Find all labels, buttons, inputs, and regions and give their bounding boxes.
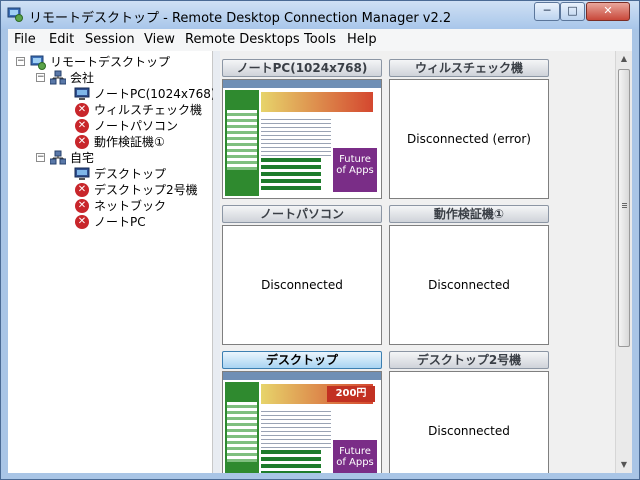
- site-table: [261, 450, 321, 473]
- maximize-button[interactable]: □: [560, 2, 585, 21]
- tree-root-label: リモートデスクトップ: [50, 55, 171, 69]
- tile-preview[interactable]: Disconnected (error): [389, 79, 549, 199]
- tile-preview[interactable]: Future of Apps: [222, 79, 382, 199]
- tree-group-kaisha[interactable]: − 会社: [12, 70, 208, 86]
- connected-monitor-icon: [74, 87, 90, 100]
- tree-server-item[interactable]: ✕ ネットブック: [12, 198, 208, 214]
- connection-status: Disconnected: [261, 278, 343, 292]
- site-text: [261, 408, 331, 448]
- tree-server-item[interactable]: ✕ デスクトップ2号機: [12, 182, 208, 198]
- grip-icon: [622, 203, 627, 204]
- session-tile-active[interactable]: デスクトップ 200円 Future of Apps: [222, 351, 382, 473]
- site-banner: [261, 92, 373, 112]
- collapse-icon[interactable]: −: [36, 73, 45, 82]
- menu-view[interactable]: View: [144, 32, 175, 47]
- ad-panel: Future of Apps: [333, 148, 377, 192]
- window-title: リモートデスクトップ - Remote Desktop Connection M…: [29, 11, 452, 26]
- tile-title[interactable]: 動作検証機①: [389, 205, 549, 223]
- error-icon: ✕: [75, 103, 89, 117]
- main-content: − リモートデスクトップ − 会社 ノートPC(1024x768) ✕ ウィルス…: [8, 51, 632, 473]
- remote-desktop-icon: [30, 55, 46, 70]
- group-label: 会社: [70, 71, 95, 85]
- menu-tools[interactable]: Tools: [304, 32, 336, 47]
- menu-help[interactable]: Help: [347, 32, 377, 47]
- panel-splitter[interactable]: [213, 51, 220, 473]
- server-label: 動作検証機①: [94, 135, 165, 149]
- connected-monitor-icon: [74, 167, 90, 180]
- tile-preview[interactable]: Disconnected: [389, 225, 549, 345]
- price-badge: 200円: [327, 386, 375, 402]
- app-window: リモートデスクトップ - Remote Desktop Connection M…: [0, 0, 640, 480]
- server-label: デスクトップ2号機: [94, 183, 198, 197]
- browser-toolbar: [223, 372, 381, 380]
- site-table: [261, 158, 321, 192]
- server-label: デスクトップ: [94, 167, 167, 181]
- session-tile[interactable]: ノートPC(1024x768) Future of Apps: [222, 59, 382, 199]
- tree-root[interactable]: − リモートデスクトップ: [12, 54, 208, 70]
- title-bar[interactable]: リモートデスクトップ - Remote Desktop Connection M…: [1, 1, 639, 29]
- site-sidebar-links: [227, 402, 257, 462]
- error-icon: ✕: [75, 183, 89, 197]
- error-icon: ✕: [75, 135, 89, 149]
- scroll-up-icon[interactable]: ▲: [616, 51, 632, 67]
- menu-bar: File Edit Session View Remote Desktops T…: [8, 29, 632, 51]
- session-tile[interactable]: 動作検証機① Disconnected: [389, 205, 549, 345]
- group-label: 自宅: [70, 151, 95, 165]
- tree-server-item[interactable]: ✕ ウィルスチェック機: [12, 102, 208, 118]
- tile-title[interactable]: デスクトップ: [222, 351, 382, 369]
- tree-group-jitaku[interactable]: − 自宅: [12, 150, 208, 166]
- vertical-scrollbar[interactable]: ▲ ▼: [615, 51, 632, 473]
- error-icon: ✕: [75, 199, 89, 213]
- session-tile[interactable]: ノートパソコン Disconnected: [222, 205, 382, 345]
- error-icon: ✕: [75, 119, 89, 133]
- group-icon: [50, 70, 66, 85]
- tree-server-item[interactable]: ノートPC(1024x768): [12, 86, 216, 102]
- tree-server-item[interactable]: ✕ ノートPC: [12, 214, 208, 230]
- close-button[interactable]: ✕: [586, 2, 630, 21]
- connection-status: Disconnected: [428, 278, 510, 292]
- browser-toolbar: [223, 80, 381, 88]
- tree-server-item[interactable]: デスクトップ: [12, 166, 208, 182]
- menu-edit[interactable]: Edit: [49, 32, 74, 47]
- remote-screen-thumbnail: Future of Apps: [223, 80, 381, 198]
- server-tree[interactable]: − リモートデスクトップ − 会社 ノートPC(1024x768) ✕ ウィルス…: [8, 51, 216, 473]
- server-label: ネットブック: [94, 199, 167, 213]
- tile-preview[interactable]: Disconnected: [389, 371, 549, 473]
- tree-server-item[interactable]: ✕ ノートパソコン: [12, 118, 208, 134]
- tile-preview[interactable]: Disconnected: [222, 225, 382, 345]
- tile-title[interactable]: デスクトップ2号機: [389, 351, 549, 369]
- remote-desktop-icon: [7, 7, 23, 22]
- tile-title[interactable]: ノートパソコン: [222, 205, 382, 223]
- tile-preview[interactable]: 200円 Future of Apps: [222, 371, 382, 473]
- group-icon: [50, 150, 66, 165]
- collapse-icon[interactable]: −: [16, 57, 25, 66]
- menu-file[interactable]: File: [14, 32, 36, 47]
- server-label: ノートPC: [94, 215, 146, 229]
- session-tile[interactable]: ウィルスチェック機 Disconnected (error): [389, 59, 549, 199]
- connection-status: Disconnected: [428, 424, 510, 438]
- server-label: ノートパソコン: [94, 119, 179, 133]
- server-label: ノートPC(1024x768): [94, 87, 216, 101]
- site-text: [261, 116, 331, 156]
- session-tile[interactable]: デスクトップ2号機 Disconnected: [389, 351, 549, 473]
- ad-panel: Future of Apps: [333, 440, 377, 473]
- remote-screen-thumbnail: 200円 Future of Apps: [223, 372, 381, 473]
- connection-status: Disconnected (error): [407, 132, 531, 146]
- tree-server-item[interactable]: ✕ 動作検証機①: [12, 134, 208, 150]
- error-icon: ✕: [75, 215, 89, 229]
- scroll-thumb[interactable]: [618, 69, 630, 347]
- minimize-button[interactable]: ─: [534, 2, 560, 21]
- server-label: ウィルスチェック機: [94, 103, 203, 117]
- menu-session[interactable]: Session: [85, 32, 135, 47]
- menu-remote-desktops[interactable]: Remote Desktops: [185, 32, 300, 47]
- scroll-down-icon[interactable]: ▼: [616, 457, 632, 473]
- session-thumbnail-grid: ノートPC(1024x768) Future of Apps ウィルスチェック機: [220, 51, 615, 473]
- tile-title[interactable]: ノートPC(1024x768): [222, 59, 382, 77]
- site-sidebar-links: [227, 110, 257, 170]
- tile-title[interactable]: ウィルスチェック機: [389, 59, 549, 77]
- collapse-icon[interactable]: −: [36, 153, 45, 162]
